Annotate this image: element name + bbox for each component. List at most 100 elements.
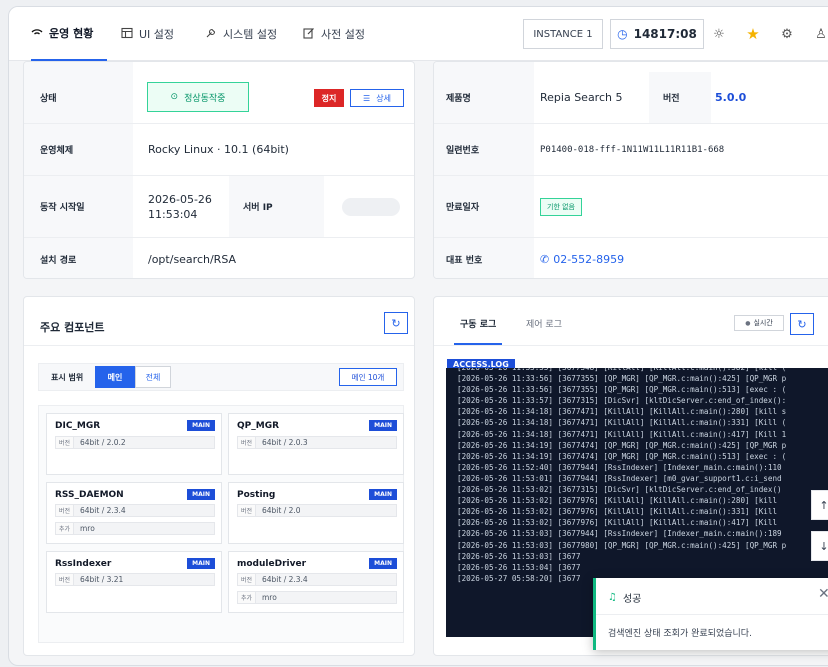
version-field: 버전 64bit / 2.3.4: [237, 573, 397, 586]
realtime-toggle[interactable]: ● 실시간: [734, 315, 784, 331]
start-label: 동작 시작일: [24, 176, 133, 237]
layout-icon: [121, 27, 133, 42]
main-badge: MAIN: [369, 558, 397, 569]
component-card[interactable]: QP_MGR MAIN 버전 64bit / 2.0.3: [228, 413, 404, 475]
detail-button[interactable]: ☰ 상세: [350, 89, 404, 107]
status-text: 정상동작중: [184, 93, 226, 104]
tab-system-settings[interactable]: 시스템 설정: [205, 7, 277, 61]
component-card[interactable]: Posting MAIN 버전 64bit / 2.0: [228, 482, 404, 544]
component-card[interactable]: DIC_MGR MAIN 버전 64bit / 2.0.2: [46, 413, 222, 475]
version-key: 버전: [238, 437, 256, 448]
version-value: 64bit / 2.0.3: [256, 437, 396, 448]
main-badge: MAIN: [369, 489, 397, 500]
version-key: 버전: [56, 505, 74, 516]
os-row: 운영체제 Rocky Linux · 10.1 (64bit): [24, 124, 414, 176]
log-line: [2026-05-26 11:53:02] [3677976] [KillAll…: [457, 496, 778, 506]
expire-badge: 기한 없음: [540, 197, 582, 216]
tab-control-log[interactable]: 제어 로그: [526, 317, 562, 330]
refresh-icon[interactable]: ↻: [790, 313, 814, 335]
count-badge: 메인 10개: [339, 368, 397, 386]
start-date: 2026-05-26: [148, 192, 212, 206]
close-icon[interactable]: ✕: [818, 586, 828, 602]
expire-row: 만료일자 기한 없음: [434, 176, 828, 238]
version-field: 버전 64bit / 2.0: [237, 504, 397, 517]
version-field: 버전 64bit / 3.21: [55, 573, 215, 586]
version-value: 64bit / 2.3.4: [256, 574, 396, 585]
expire-label: 만료일자: [434, 176, 534, 237]
version-field: 버전 64bit / 2.0.2: [55, 436, 215, 449]
main-badge: MAIN: [187, 489, 215, 500]
version-key: 버전: [238, 505, 256, 516]
version-value: 64bit / 3.21: [74, 574, 214, 585]
status-label: 상태: [24, 72, 133, 123]
range-all-button[interactable]: 전체: [135, 366, 171, 388]
log-line: [2026-05-26 11:34:18] [3677471] [KillAll…: [457, 429, 787, 439]
log-line: [2026-05-26 11:33:56] [3677355] [QP_MGR]…: [457, 374, 787, 384]
log-line: [2026-05-26 11:33:57] [3677315] [DicSvr]…: [457, 396, 787, 406]
user-icon[interactable]: ♙: [813, 26, 828, 42]
extra-value: mro: [256, 592, 396, 603]
scroll-down-button[interactable]: ↓: [811, 531, 828, 561]
status-badge: ⊙ 정상동작중: [147, 82, 249, 112]
gear-icon[interactable]: ⚙: [779, 26, 795, 42]
scroll-up-button[interactable]: ↑: [811, 490, 828, 520]
main-badge: MAIN: [187, 420, 215, 431]
component-card[interactable]: RssIndexer MAIN 버전 64bit / 3.21: [46, 551, 222, 613]
ip-value-masked: [342, 198, 400, 216]
start-row: 동작 시작일 2026-05-26 11:53:04 서버 IP: [24, 176, 414, 238]
wifi-icon: [31, 26, 43, 41]
tab-dictionary-settings[interactable]: 사전 설정: [303, 7, 365, 61]
phone-icon: ✆: [540, 252, 550, 266]
phone-value: 02-552-8959: [553, 252, 625, 266]
product-row: 제품명 Repia Search 5 버전 5.0.0: [434, 72, 828, 124]
path-value: /opt/search/RSA: [148, 252, 237, 266]
phone-row: 대표 번호 ✆ 02-552-8959: [434, 238, 828, 278]
version-value: 5.0.0: [715, 91, 747, 104]
star-icon[interactable]: ★: [745, 25, 761, 43]
instance-selector[interactable]: INSTANCE 1: [523, 19, 603, 49]
refresh-icon[interactable]: ↻: [384, 312, 408, 334]
extra-key: 추가: [56, 523, 74, 534]
dot-icon: ●: [745, 319, 751, 327]
license-panel: 제품명 Repia Search 5 버전 5.0.0 일련번호 P01400-…: [433, 61, 828, 279]
tab-label: UI 설정: [139, 28, 175, 41]
phone-link[interactable]: ✆ 02-552-8959: [540, 238, 625, 278]
toast-divider: [596, 614, 828, 615]
tab-run-log[interactable]: 구동 로그: [454, 317, 503, 345]
version-key: 버전: [238, 574, 256, 585]
start-value: 2026-05-26 11:53:04: [148, 176, 212, 237]
ip-label: 서버 IP: [229, 176, 324, 237]
extra-field: 추가 mro: [237, 591, 397, 604]
component-card[interactable]: RSS_DAEMON MAIN 버전 64bit / 2.3.4 추가 mro: [46, 482, 222, 544]
range-main-button[interactable]: 메인: [95, 366, 135, 388]
version-value: 64bit / 2.3.4: [74, 505, 214, 516]
expire-value: 기한 없음: [540, 176, 582, 237]
stop-button[interactable]: 정지: [314, 89, 344, 107]
phone-label: 대표 번호: [434, 238, 534, 278]
clock-icon: ◷: [617, 27, 628, 41]
extra-key: 추가: [238, 592, 256, 603]
tab-operations[interactable]: 운영 현황: [31, 7, 108, 61]
log-line: [2026-05-26 11:53:02] [3677976] [KillAll…: [457, 507, 778, 517]
success-toast: ♫ 성공 ✕ 검색엔진 상태 조회가 완료되었습니다.: [593, 578, 828, 650]
components-panel: 주요 컴포넌트 ↻ 표시 범위 메인 전체 메인 10개 DIC_MGR MAI…: [23, 296, 415, 656]
realtime-label: 실시간: [753, 319, 773, 327]
version-key: 버전: [56, 574, 74, 585]
component-card[interactable]: moduleDriver MAIN 버전 64bit / 2.3.4 추가 mro: [228, 551, 404, 613]
divider: [24, 345, 414, 346]
log-line: [2026-05-26 11:53:02] [3677315] [DicSvr]…: [457, 485, 782, 495]
version-field: 버전 64bit / 2.3.4: [55, 504, 215, 517]
log-line: [2026-05-26 11:53:04] [3677: [457, 562, 581, 572]
toast-header: ♫ 성공: [608, 590, 641, 605]
path-label: 설치 경로: [24, 238, 133, 278]
log-line: [2026-05-26 11:34:19] [3677474] [QP_MGR]…: [457, 440, 787, 450]
extra-field: 추가 mro: [55, 522, 215, 535]
start-time: 11:53:04: [148, 207, 198, 221]
component-grid: DIC_MGR MAIN 버전 64bit / 2.0.2 QP_MGR MAIN…: [38, 405, 404, 643]
wrench-icon: [205, 27, 217, 42]
theme-sun-icon[interactable]: ☼: [711, 26, 727, 42]
uptime-clock: ◷ 14817:08: [610, 19, 704, 49]
serial-value: P01400-018-fff-1N11W11L11R11B1-668: [540, 144, 725, 155]
tab-ui-settings[interactable]: UI 설정: [121, 7, 174, 61]
component-name: RSS_DAEMON: [55, 490, 124, 500]
